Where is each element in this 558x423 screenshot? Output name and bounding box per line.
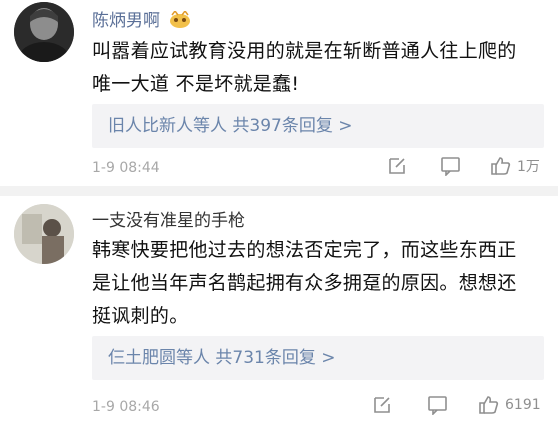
comment-icon[interactable] xyxy=(427,395,448,415)
thumbs-up-icon xyxy=(490,156,512,176)
like-button[interactable]: 6191 xyxy=(478,395,541,415)
like-button[interactable]: 1万 xyxy=(490,156,540,176)
vip-badge-icon xyxy=(169,9,191,34)
username[interactable]: 一支没有准星的手枪 xyxy=(92,206,245,231)
like-count: 1万 xyxy=(517,159,540,175)
timestamp: 1-9 08:46 xyxy=(92,399,160,415)
comment-1: 陈炳男啊 叫嚣着应试教育没用的就是在斩断普通人往上爬的 唯一大道 不是坏就是蠢!… xyxy=(0,0,558,194)
comment-text: 叫嚣着应试教育没用的就是在斩断普通人往上爬的 唯一大道 不是坏就是蠢! xyxy=(92,35,552,101)
comment-text: 韩寒快要把他过去的想法否定完了，而这些东西正 是让他当年声名鹊起拥有众多拥趸的原… xyxy=(92,234,552,333)
divider xyxy=(0,186,558,196)
username[interactable]: 陈炳男啊 xyxy=(92,6,191,34)
comment-text-line: 唯一大道 不是坏就是蠢! xyxy=(92,73,300,95)
comment-2: 一支没有准星的手枪 韩寒快要把他过去的想法否定完了，而这些东西正 是让他当年声名… xyxy=(0,196,558,423)
comment-icon[interactable] xyxy=(440,156,461,176)
like-count: 6191 xyxy=(505,397,541,413)
thumbs-up-icon xyxy=(478,395,500,415)
edit-icon[interactable] xyxy=(387,156,407,176)
avatar[interactable] xyxy=(14,2,74,62)
comment-text-line: 叫嚣着应试教育没用的就是在斩断普通人往上爬的 xyxy=(92,40,517,62)
comment-text-line: 挺讽刺的。 xyxy=(92,305,189,327)
timestamp: 1-9 08:44 xyxy=(92,160,160,176)
comment-text-line: 韩寒快要把他过去的想法否定完了，而这些东西正 xyxy=(92,239,517,261)
replies-summary-link[interactable]: 旧人比新人等人 共397条回复 > xyxy=(92,104,544,148)
replies-summary-link[interactable]: 仨土肥圆等人 共731条回复 > xyxy=(92,336,544,380)
edit-icon[interactable] xyxy=(372,395,392,415)
avatar[interactable] xyxy=(14,204,74,264)
comment-text-line: 是让他当年声名鹊起拥有众多拥趸的原因。想想还 xyxy=(92,272,517,294)
